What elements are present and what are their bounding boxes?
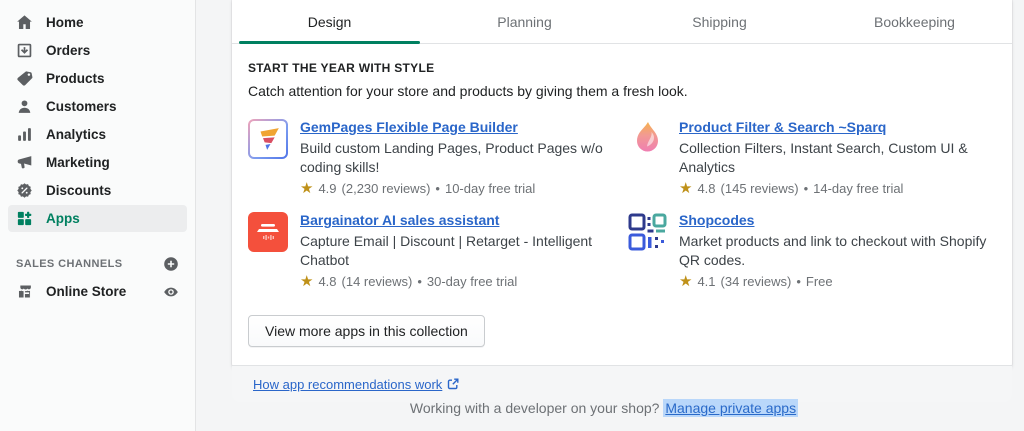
- home-icon: [16, 14, 33, 31]
- sidebar-item-discounts[interactable]: Discounts: [8, 177, 187, 204]
- app-rating-row: ★ 4.8 (145 reviews) • 14-day free trial: [679, 181, 996, 196]
- tab-shipping[interactable]: Shipping: [622, 0, 817, 43]
- tab-label: Shipping: [692, 14, 747, 30]
- app-card-sparq[interactable]: Product Filter & Search ~Sparq Collectio…: [627, 119, 996, 196]
- app-rating-row: ★ 4.1 (34 reviews) • Free: [679, 274, 996, 289]
- pricing-label: Free: [806, 274, 833, 289]
- developer-question: Working with a developer on your shop?: [410, 400, 660, 416]
- app-card-bargainator[interactable]: Bargainator AI sales assistant Capture E…: [248, 212, 617, 289]
- sidebar-item-apps[interactable]: Apps: [8, 205, 187, 232]
- collection-subheading: Catch attention for your store and produ…: [248, 83, 996, 99]
- how-recommendations-work-link[interactable]: How app recommendations work: [253, 377, 459, 392]
- external-link-icon: [447, 378, 459, 390]
- sidebar-item-label: Apps: [46, 211, 80, 226]
- star-icon: ★: [679, 275, 692, 289]
- pricing-label: 30-day free trial: [427, 274, 517, 289]
- rating-value: 4.8: [697, 181, 715, 196]
- collection-heading: START THE YEAR WITH STYLE: [248, 61, 996, 75]
- rating-value: 4.8: [318, 274, 336, 289]
- shopcodes-qr-icon: [627, 212, 667, 252]
- sidebar-item-label: Online Store: [46, 284, 126, 299]
- review-count: (145 reviews): [721, 181, 799, 196]
- sparq-flame-icon: [627, 119, 667, 159]
- bargainator-chatbot-icon: [248, 212, 288, 252]
- sidebar-item-customers[interactable]: Customers: [8, 93, 187, 120]
- star-icon: ★: [300, 275, 313, 289]
- tab-design[interactable]: Design: [232, 0, 427, 43]
- card-footer: How app recommendations work: [232, 365, 1012, 402]
- app-rating-row: ★ 4.8 (14 reviews) • 30-day free trial: [300, 274, 617, 289]
- products-icon: [16, 70, 33, 87]
- app-card-gempages[interactable]: GemPages Flexible Page Builder Build cus…: [248, 119, 617, 196]
- app-recommendations-card: Design Planning Shipping Bookkeeping STA…: [232, 0, 1012, 371]
- tab-planning[interactable]: Planning: [427, 0, 622, 43]
- review-count: (34 reviews): [721, 274, 792, 289]
- sidebar-item-online-store[interactable]: Online Store: [8, 278, 187, 305]
- app-rating-row: ★ 4.9 (2,230 reviews) • 10-day free tria…: [300, 181, 617, 196]
- sales-channels-header: SALES CHANNELS: [8, 256, 187, 272]
- rating-value: 4.1: [697, 274, 715, 289]
- sidebar-item-label: Marketing: [46, 155, 110, 170]
- customers-icon: [16, 98, 33, 115]
- main-content: Design Planning Shipping Bookkeeping STA…: [196, 0, 1024, 431]
- collection-body: START THE YEAR WITH STYLE Catch attentio…: [232, 44, 1012, 347]
- manage-private-apps-link[interactable]: Manage private apps: [663, 399, 798, 417]
- app-description: Market products and link to checkout wit…: [679, 232, 996, 270]
- tab-label: Design: [308, 14, 352, 30]
- pricing-label: 14-day free trial: [813, 181, 903, 196]
- developer-footer: Working with a developer on your shop? M…: [196, 400, 1012, 416]
- sidebar-item-products[interactable]: Products: [8, 65, 187, 92]
- sidebar-item-label: Orders: [46, 43, 90, 58]
- analytics-icon: [16, 126, 33, 143]
- plus-circle-icon[interactable]: [163, 256, 179, 272]
- sidebar-item-label: Analytics: [46, 127, 106, 142]
- dot-separator: •: [796, 274, 801, 289]
- app-title-link[interactable]: Shopcodes: [679, 212, 754, 228]
- gempages-funnel-icon: [248, 119, 288, 159]
- sidebar: Home Orders Products Customers Analytics…: [0, 0, 196, 431]
- app-title-link[interactable]: GemPages Flexible Page Builder: [300, 119, 518, 135]
- tab-label: Planning: [497, 14, 552, 30]
- apps-icon: [16, 210, 33, 227]
- collection-tabs: Design Planning Shipping Bookkeeping: [232, 0, 1012, 44]
- review-count: (2,230 reviews): [342, 181, 431, 196]
- sidebar-item-home[interactable]: Home: [8, 9, 187, 36]
- review-count: (14 reviews): [342, 274, 413, 289]
- storefront-icon: [16, 283, 33, 300]
- app-card-shopcodes[interactable]: Shopcodes Market products and link to ch…: [627, 212, 996, 289]
- sidebar-item-orders[interactable]: Orders: [8, 37, 187, 64]
- app-description: Collection Filters, Instant Search, Cust…: [679, 139, 996, 177]
- view-more-apps-button[interactable]: View more apps in this collection: [248, 315, 485, 347]
- sidebar-item-label: Products: [46, 71, 105, 86]
- dot-separator: •: [417, 274, 422, 289]
- sales-channels-label: SALES CHANNELS: [16, 258, 122, 270]
- tab-label: Bookkeeping: [874, 14, 955, 30]
- app-description: Capture Email | Discount | Retarget - In…: [300, 232, 617, 270]
- footer-link-label: How app recommendations work: [253, 377, 442, 392]
- app-description: Build custom Landing Pages, Product Page…: [300, 139, 617, 177]
- sidebar-item-analytics[interactable]: Analytics: [8, 121, 187, 148]
- marketing-icon: [16, 154, 33, 171]
- rating-value: 4.9: [318, 181, 336, 196]
- pricing-label: 10-day free trial: [445, 181, 535, 196]
- discounts-icon: [16, 182, 33, 199]
- star-icon: ★: [679, 182, 692, 196]
- tab-bookkeeping[interactable]: Bookkeeping: [817, 0, 1012, 43]
- sidebar-item-marketing[interactable]: Marketing: [8, 149, 187, 176]
- dot-separator: •: [804, 181, 809, 196]
- apps-grid: GemPages Flexible Page Builder Build cus…: [248, 119, 996, 289]
- app-title-link[interactable]: Product Filter & Search ~Sparq: [679, 119, 886, 135]
- sidebar-item-label: Discounts: [46, 183, 111, 198]
- sidebar-item-label: Home: [46, 15, 84, 30]
- eye-icon[interactable]: [163, 284, 179, 300]
- star-icon: ★: [300, 182, 313, 196]
- orders-icon: [16, 42, 33, 59]
- app-title-link[interactable]: Bargainator AI sales assistant: [300, 212, 499, 228]
- dot-separator: •: [435, 181, 440, 196]
- sidebar-item-label: Customers: [46, 99, 117, 114]
